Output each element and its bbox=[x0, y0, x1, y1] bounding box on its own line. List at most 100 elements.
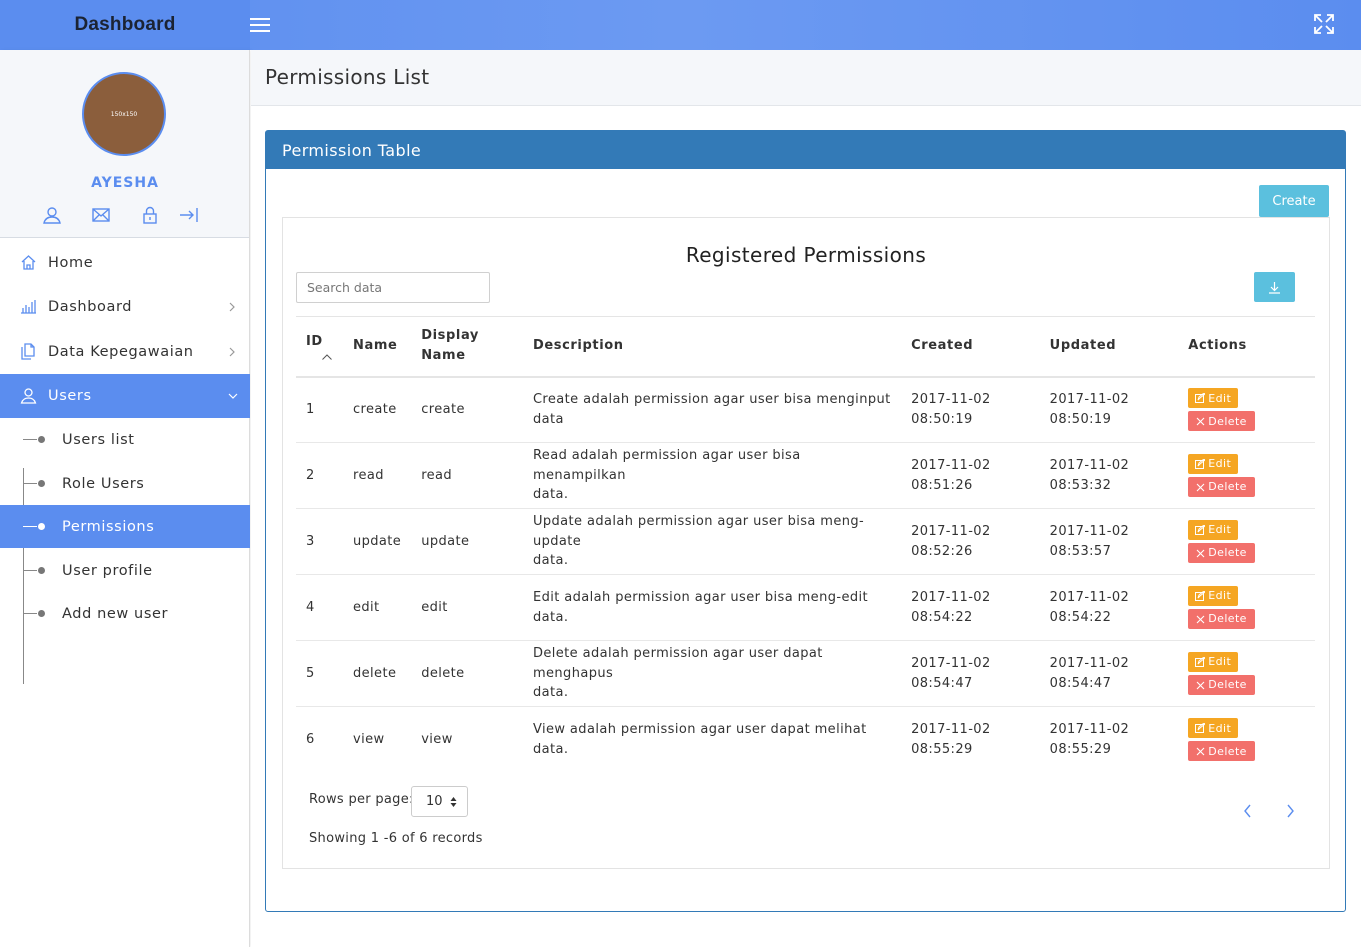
delete-label: Delete bbox=[1208, 612, 1247, 626]
close-icon bbox=[1196, 483, 1205, 491]
sidebar-item-users[interactable]: Users bbox=[0, 374, 250, 418]
edit-icon bbox=[1195, 459, 1206, 469]
created-time: 08:54:47 bbox=[911, 675, 973, 691]
search-input[interactable] bbox=[296, 272, 490, 303]
chevron-right-icon[interactable] bbox=[1284, 803, 1296, 819]
cell-description: View adalah permission agar user dapat m… bbox=[523, 707, 901, 773]
close-icon bbox=[1196, 417, 1205, 426]
sidebar-subitem-add-new-user[interactable]: Add new user bbox=[0, 592, 250, 635]
created-time: 08:54:22 bbox=[911, 609, 973, 625]
brand-title[interactable]: Dashboard bbox=[0, 0, 250, 50]
sidebar-subitem-label: User profile bbox=[62, 562, 153, 579]
cell-updated: 2017-11-02 08:55:29 bbox=[1040, 707, 1179, 773]
delete-button[interactable]: Delete bbox=[1188, 411, 1255, 432]
description-line: Delete adalah permission agar user dapat… bbox=[532, 646, 823, 681]
column-header-updated[interactable]: Updated bbox=[1040, 317, 1179, 377]
rows-per-page-value: 10 bbox=[426, 794, 443, 809]
sidebar: 150x150 AYESHA Home Dashboard Data Kepeg… bbox=[0, 50, 250, 947]
cell-name: delete bbox=[352, 665, 397, 681]
sidebar-item-label: Users bbox=[48, 388, 92, 404]
edit-button[interactable]: Edit bbox=[1188, 520, 1239, 540]
description-line: View adalah permission agar user dapat m… bbox=[532, 722, 867, 757]
menu-toggle-icon[interactable] bbox=[250, 14, 270, 36]
close-icon bbox=[1196, 615, 1205, 623]
edit-button[interactable]: Edit bbox=[1188, 718, 1239, 739]
fullscreen-icon[interactable] bbox=[1313, 13, 1335, 35]
cell-created: 2017-11-02 08:54:22 bbox=[901, 575, 1040, 641]
sort-asc-icon[interactable] bbox=[322, 354, 332, 361]
edit-label: Edit bbox=[1208, 589, 1232, 603]
lock-icon[interactable] bbox=[140, 205, 160, 225]
updated-time: 08:54:22 bbox=[1049, 609, 1112, 625]
delete-button[interactable]: Delete bbox=[1188, 477, 1255, 497]
sidebar-item-label: Data Kepegawaian bbox=[48, 344, 194, 360]
user-icon[interactable] bbox=[42, 205, 62, 225]
cell-id: 4 bbox=[306, 599, 315, 615]
column-header-display-name[interactable]: Display Name bbox=[411, 317, 523, 377]
updated-date: 2017-11-02 bbox=[1049, 656, 1130, 671]
logout-icon[interactable] bbox=[179, 205, 199, 225]
description-line: Read adalah permission agar user bisa me… bbox=[532, 448, 801, 483]
delete-label: Delete bbox=[1208, 546, 1247, 560]
cell-description: Delete adalah permission agar user dapat… bbox=[523, 641, 901, 707]
created-time: 08:50:19 bbox=[911, 411, 973, 427]
column-header-label: Display bbox=[421, 328, 479, 344]
sidebar-subitem-user-profile[interactable]: User profile bbox=[0, 549, 250, 592]
edit-icon bbox=[1195, 591, 1206, 601]
edit-label: Edit bbox=[1208, 457, 1232, 471]
sidebar-subitem-permissions[interactable]: Permissions bbox=[0, 505, 250, 548]
delete-button[interactable]: Delete bbox=[1188, 609, 1255, 629]
cell-actions: Edit Delete bbox=[1178, 641, 1315, 707]
delete-button[interactable]: Delete bbox=[1188, 741, 1255, 762]
bullet-icon bbox=[38, 567, 45, 574]
page-title: Permissions List bbox=[265, 65, 430, 89]
user-name[interactable]: AYESHA bbox=[0, 175, 250, 191]
column-header-id[interactable]: ID bbox=[296, 317, 343, 377]
cell-actions: Edit Delete bbox=[1178, 509, 1315, 575]
updated-time: 08:53:32 bbox=[1049, 477, 1112, 493]
description-line: Edit adalah permission agar user bisa me… bbox=[532, 590, 869, 625]
cell-updated: 2017-11-02 08:50:19 bbox=[1040, 377, 1179, 443]
close-icon bbox=[1196, 549, 1205, 557]
sidebar-item-dashboard[interactable]: Dashboard bbox=[0, 285, 250, 329]
sidebar-subitem-role-users[interactable]: Role Users bbox=[0, 462, 250, 505]
column-header-created[interactable]: Created bbox=[901, 317, 1040, 377]
updated-time: 08:50:19 bbox=[1049, 411, 1112, 427]
cell-actions: Edit Delete bbox=[1178, 575, 1315, 641]
sidebar-subitem-users-list[interactable]: Users list bbox=[0, 418, 250, 461]
mail-icon[interactable] bbox=[91, 205, 111, 225]
chevron-left-icon[interactable] bbox=[1242, 803, 1254, 819]
delete-button[interactable]: Delete bbox=[1188, 675, 1255, 695]
cell-updated: 2017-11-02 08:53:57 bbox=[1040, 509, 1179, 575]
sidebar-item-home[interactable]: Home bbox=[0, 241, 250, 285]
edit-button[interactable]: Edit bbox=[1188, 652, 1239, 672]
delete-label: Delete bbox=[1208, 678, 1247, 692]
cell-name: update bbox=[352, 533, 402, 549]
cell-created: 2017-11-02 08:52:26 bbox=[901, 509, 1040, 575]
avatar-placeholder-text: 150x150 bbox=[110, 110, 138, 118]
edit-label: Edit bbox=[1208, 721, 1232, 735]
cell-actions: Edit Delete bbox=[1178, 443, 1315, 509]
sidebar-item-data-kepegawaian[interactable]: Data Kepegawaian bbox=[0, 330, 250, 374]
delete-button[interactable]: Delete bbox=[1188, 543, 1255, 563]
create-button[interactable]: Create bbox=[1259, 185, 1329, 217]
bar-chart-icon bbox=[21, 300, 36, 314]
table-row: 6 view view View adalah permission agar … bbox=[296, 707, 1315, 773]
edit-button[interactable]: Edit bbox=[1188, 454, 1239, 474]
delete-label: Delete bbox=[1208, 744, 1247, 758]
edit-button[interactable]: Edit bbox=[1188, 388, 1239, 409]
rows-per-page-select[interactable]: 10 bbox=[411, 786, 468, 817]
cell-updated: 2017-11-02 08:53:32 bbox=[1040, 443, 1179, 509]
avatar[interactable]: 150x150 bbox=[82, 72, 166, 156]
sidebar-subitem-label: Role Users bbox=[62, 475, 145, 492]
download-icon bbox=[1269, 281, 1280, 294]
column-header-name[interactable]: Name bbox=[343, 317, 411, 377]
cell-id: 6 bbox=[306, 732, 315, 747]
sidebar-subitem-label: Add new user bbox=[62, 605, 169, 622]
page-header: Permissions List bbox=[251, 50, 1361, 106]
edit-button[interactable]: Edit bbox=[1188, 586, 1239, 606]
close-icon bbox=[1196, 747, 1205, 756]
column-header-description[interactable]: Description bbox=[523, 317, 901, 377]
cell-actions: Edit Delete bbox=[1178, 377, 1315, 443]
download-button[interactable] bbox=[1254, 272, 1295, 302]
